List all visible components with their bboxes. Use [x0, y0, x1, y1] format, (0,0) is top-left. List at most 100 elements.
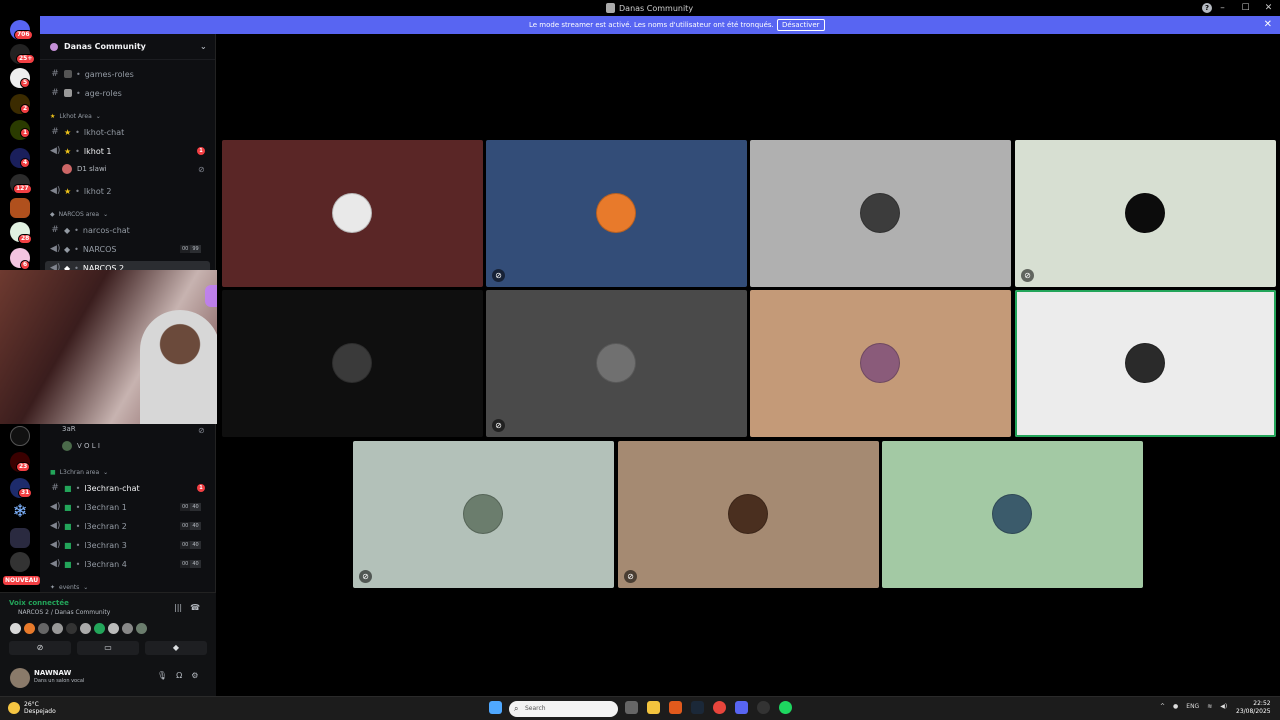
app-icon[interactable] [669, 701, 682, 714]
category-narcos[interactable]: ◆ NARCOS area ⌄ [50, 211, 108, 218]
user-panel: NAWNAW Dans un salon vocal 🎙︎ Ω ⚙ [0, 664, 216, 696]
moon-icon [8, 702, 20, 714]
wifi-icon[interactable]: ≋ [1207, 703, 1212, 710]
participant-tile[interactable]: ⊘ [353, 441, 614, 588]
participant-tile[interactable] [1015, 290, 1276, 437]
channel-label: age-roles [84, 88, 122, 98]
disconnect-icon[interactable]: ☎ [190, 603, 200, 612]
channel-label: lkhot-chat [83, 127, 125, 137]
avatar[interactable] [136, 623, 147, 634]
spotify-icon[interactable] [779, 701, 792, 714]
server-badge: 706 [14, 30, 33, 40]
file-explorer-icon[interactable] [647, 701, 660, 714]
microphone-icon[interactable]: 🎙︎ [157, 671, 167, 680]
chrome-icon[interactable] [713, 701, 726, 714]
server-badge: 6 [20, 260, 31, 270]
channel-narcos-chat[interactable]: # ◆ • narcos-chat [50, 223, 210, 237]
category-events[interactable]: ✦ events ⌄ [50, 584, 88, 591]
gear-icon[interactable]: ⚙ [191, 671, 198, 680]
channel-label: l3echran 2 [84, 521, 127, 531]
steam-icon[interactable] [691, 701, 704, 714]
maximize-icon[interactable]: ☐ [1234, 0, 1257, 16]
volume-icon[interactable]: ◀) [1220, 703, 1227, 710]
text-channel-icon: # [51, 69, 59, 79]
minimize-icon[interactable]: – [1211, 0, 1234, 16]
disable-streamer-button[interactable]: Désactiver [777, 19, 825, 31]
avatar [463, 494, 503, 534]
channel-label: NARCOS [82, 244, 117, 254]
server-icon[interactable] [10, 426, 30, 446]
temperature: 26°C [24, 701, 39, 708]
server-icon[interactable] [10, 552, 30, 572]
participant-tile[interactable]: ⊘ [618, 441, 879, 588]
clock[interactable]: 22:52 23/08/2025 [1236, 700, 1271, 716]
avatar[interactable] [108, 623, 119, 634]
participant-tile[interactable] [750, 290, 1011, 437]
avatar[interactable] [80, 623, 91, 634]
avatar[interactable] [122, 623, 133, 634]
hourglass-icon [64, 89, 72, 97]
search-input[interactable]: Search [509, 701, 618, 717]
snowflake-icon[interactable]: ❄ [10, 502, 30, 522]
avatar[interactable] [94, 623, 105, 634]
chevron-down-icon[interactable]: ⌄ [200, 42, 207, 51]
participant-tile[interactable]: ⊘ [486, 140, 747, 287]
screen-share-button[interactable]: ▭ [77, 641, 139, 655]
avatar[interactable] [52, 623, 63, 634]
folder-icon[interactable] [10, 528, 30, 548]
server-badge: 31 [18, 488, 33, 498]
mic-muted-icon: ⊘ [198, 426, 205, 435]
participant-tile[interactable] [222, 290, 483, 437]
avatar [596, 193, 636, 233]
server-badge: 2 [20, 104, 31, 114]
start-icon[interactable] [489, 701, 502, 714]
username[interactable]: NAWNAW [34, 669, 71, 677]
streamer-video [140, 310, 220, 424]
avatar[interactable] [24, 623, 35, 634]
language-indicator[interactable]: ENG [1186, 703, 1199, 710]
participant-tile[interactable] [750, 140, 1011, 287]
guild-header[interactable]: Danas Community ⌄ [40, 34, 215, 60]
chevron-up-icon[interactable]: ^ [1160, 703, 1165, 710]
channel-games-roles[interactable]: # • games-roles [50, 67, 210, 81]
participant-tile[interactable]: ⊘ [486, 290, 747, 437]
avatar[interactable] [10, 668, 30, 688]
server-icon[interactable] [10, 198, 30, 218]
activity-button[interactable]: ◆ [145, 641, 207, 655]
channel-lkhot-1[interactable]: ◀) ★ • lkhot 1 [50, 144, 210, 158]
avatar [596, 343, 636, 383]
weather-widget[interactable]: 26°C Despejado [8, 701, 56, 715]
participant-tile[interactable]: ⊘ [1015, 140, 1276, 287]
headphones-icon[interactable]: Ω [176, 671, 182, 680]
voice-user[interactable]: V O L I [62, 441, 100, 451]
channel-age-roles[interactable]: # • age-roles [50, 86, 210, 100]
channel-lkhot-2[interactable]: ◀) ★ • lkhot 2 [50, 184, 210, 198]
voice-location[interactable]: NARCOS 2 / Danas Community [18, 609, 110, 616]
voice-connected-label[interactable]: Voix connectée [9, 599, 69, 607]
noise-suppression-icon[interactable]: ||| [174, 603, 182, 612]
channel-lechran-chat[interactable]: # ■ • l3echran-chat [50, 481, 210, 495]
avatar[interactable] [38, 623, 49, 634]
avatar [1125, 193, 1165, 233]
green-square-icon: ■ [64, 540, 72, 550]
mic-tray-icon[interactable]: ● [1173, 703, 1178, 710]
channel-lkhot-chat[interactable]: # ★ • lkhot-chat [50, 125, 210, 139]
camera-button[interactable]: ⊘ [9, 641, 71, 655]
close-icon[interactable]: ✕ [1264, 19, 1272, 30]
voice-user[interactable]: D1 slawi [62, 164, 107, 174]
discord-icon[interactable] [735, 701, 748, 714]
avatar[interactable] [66, 623, 77, 634]
mention-badge: 1 [197, 147, 205, 155]
category-lkhot[interactable]: ★ Lkhot Area ⌄ [50, 113, 101, 120]
task-view-icon[interactable] [625, 701, 638, 714]
channel-label: games-roles [84, 69, 134, 79]
obs-icon[interactable] [757, 701, 770, 714]
close-window-icon[interactable]: ✕ [1257, 0, 1280, 16]
participant-tile[interactable] [222, 140, 483, 287]
avatar [1125, 343, 1165, 383]
avatar[interactable] [10, 623, 21, 634]
mic-muted-icon: ⊘ [624, 570, 637, 583]
voice-user[interactable]: 3aR [62, 425, 76, 433]
participant-tile[interactable] [882, 441, 1143, 588]
category-lechran[interactable]: ■ L3chran area ⌄ [50, 469, 108, 476]
